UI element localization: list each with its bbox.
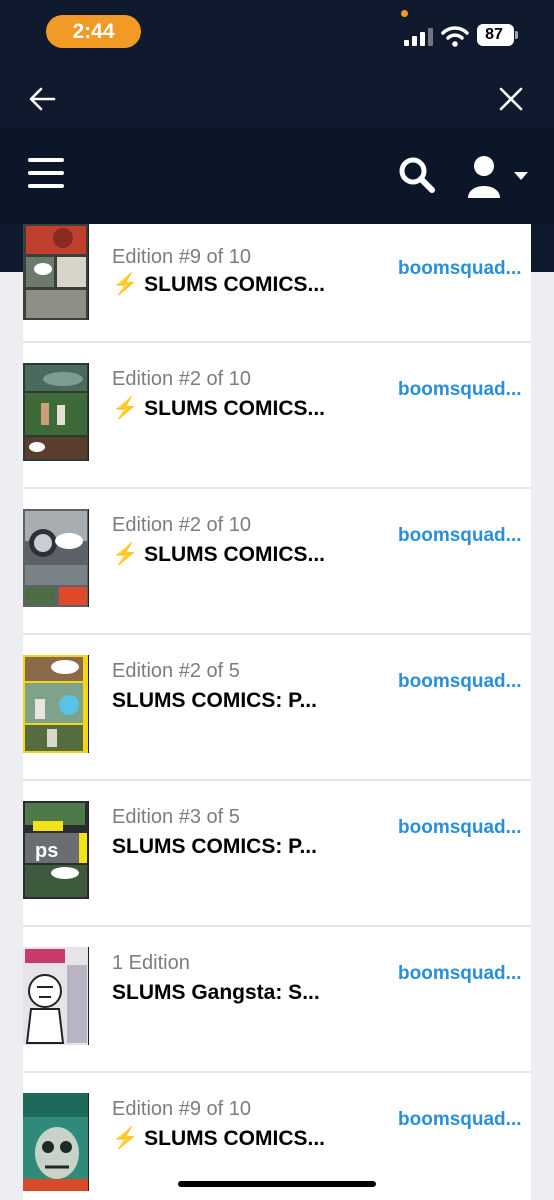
battery-icon: 87 (477, 24, 514, 46)
item-title[interactable]: ⚡ SLUMS COMICS... (112, 1127, 325, 1151)
svg-text:ps: ps (35, 840, 58, 862)
lightning-bolt-icon: ⚡ (112, 543, 139, 566)
item-title-text: SLUMS COMICS... (144, 397, 325, 420)
list-item[interactable]: Edition #2 of 5 SLUMS COMICS: P... booms… (23, 635, 531, 781)
lightning-bolt-icon: ⚡ (112, 1127, 139, 1150)
comic-thumbnail (23, 509, 89, 607)
edition-label: Edition #2 of 5 (112, 660, 240, 682)
item-title[interactable]: SLUMS COMICS: P... (112, 835, 317, 859)
app-header (0, 128, 554, 224)
close-icon[interactable] (498, 86, 524, 112)
owner-link[interactable]: boomsquad... (398, 963, 522, 985)
item-title[interactable]: ⚡ SLUMS COMICS... (112, 397, 325, 421)
comic-thumbnail (23, 363, 89, 461)
wifi-icon (441, 26, 469, 47)
list-item[interactable]: ps Edition #3 of 5 SLUMS COMICS: P... bo… (23, 781, 531, 927)
owner-link[interactable]: boomsquad... (398, 525, 522, 547)
item-title[interactable]: ⚡ SLUMS COMICS... (112, 273, 325, 297)
item-title[interactable]: SLUMS Gangsta: S... (112, 981, 320, 1005)
comic-thumbnail (23, 1093, 89, 1191)
edition-label: Edition #2 of 10 (112, 368, 251, 390)
comic-thumbnail (23, 947, 89, 1045)
list-item[interactable]: Edition #2 of 10 ⚡ SLUMS COMICS... boomsq… (23, 343, 531, 489)
list-item[interactable]: 1 Edition SLUMS Gangsta: S... boomsquad.… (23, 927, 531, 1073)
edition-label: Edition #9 of 10 (112, 246, 251, 268)
edition-label: Edition #3 of 5 (112, 806, 240, 828)
comic-thumbnail (23, 655, 89, 753)
battery-tip (515, 31, 518, 39)
edition-label: Edition #9 of 10 (112, 1098, 251, 1120)
status-bar: 2:44 87 (0, 0, 554, 70)
cellular-signal-icon (404, 28, 433, 46)
recording-indicator-dot (401, 10, 408, 17)
status-time: 2:44 (46, 15, 141, 48)
edition-label: 1 Edition (112, 952, 190, 974)
item-title[interactable]: SLUMS COMICS: P... (112, 689, 317, 713)
home-indicator[interactable] (178, 1181, 376, 1187)
owner-link[interactable]: boomsquad... (398, 258, 522, 280)
owner-link[interactable]: boomsquad... (398, 1109, 522, 1131)
item-title[interactable]: ⚡ SLUMS COMICS... (112, 543, 325, 567)
owner-link[interactable]: boomsquad... (398, 671, 522, 693)
item-title-text: SLUMS COMICS... (144, 273, 325, 296)
list-item[interactable]: Edition #2 of 10 ⚡ SLUMS COMICS... boomsq… (23, 489, 531, 635)
item-title-text: SLUMS COMICS... (144, 543, 325, 566)
user-icon[interactable] (466, 152, 532, 200)
owner-link[interactable]: boomsquad... (398, 817, 522, 839)
comic-thumbnail: ps (23, 801, 89, 899)
comic-thumbnail (23, 224, 89, 320)
browser-toolbar (0, 70, 554, 128)
search-icon[interactable] (398, 156, 436, 194)
hamburger-menu-icon[interactable] (28, 158, 64, 188)
item-title-text: SLUMS COMICS... (144, 1127, 325, 1150)
lightning-bolt-icon: ⚡ (112, 273, 139, 296)
lightning-bolt-icon: ⚡ (112, 397, 139, 420)
back-arrow-icon[interactable] (28, 86, 56, 112)
owner-link[interactable]: boomsquad... (398, 379, 522, 401)
battery-level: 87 (485, 26, 503, 43)
editions-list: Edition #9 of 10 ⚡ SLUMS COMICS... boomsq… (23, 224, 531, 1200)
list-item[interactable]: Edition #9 of 10 ⚡ SLUMS COMICS... boomsq… (23, 224, 531, 343)
edition-label: Edition #2 of 10 (112, 514, 251, 536)
